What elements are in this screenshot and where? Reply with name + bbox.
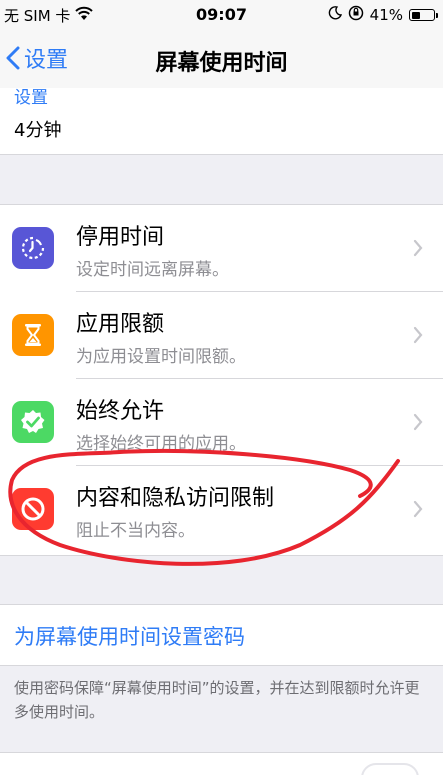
navigation-bar: 设置 屏幕使用时间 [0,30,443,89]
chevron-right-icon [413,326,423,344]
partial-settings-row [0,752,443,775]
menu-item-app-limits[interactable]: 应用限额 为应用设置时间限额。 [0,292,443,379]
menu-item-title: 应用限额 [76,312,165,337]
status-right: 41% [328,5,438,25]
menu-item-title: 停用时间 [76,225,165,250]
menu-item-subtitle: 设定时间远离屏幕。 [76,260,229,280]
checkmark-badge-icon [12,401,54,443]
battery-percent: 41% [369,6,403,24]
menu-item-subtitle: 阻止不当内容。 [76,521,195,541]
no-entry-icon [12,488,54,530]
chevron-right-icon [413,413,423,431]
menu-item-subtitle: 为应用设置时间限额。 [76,347,246,367]
page-title: 屏幕使用时间 [155,51,288,76]
usage-summary-card: 设置 4分钟 [0,88,443,155]
menu-item-title: 始终允许 [76,399,165,424]
chevron-right-icon [413,500,423,518]
passcode-card: 为屏幕使用时间设置密码 [0,604,443,666]
toggle-switch[interactable] [361,763,419,775]
menu-item-content-privacy[interactable]: 内容和隐私访问限制 阻止不当内容。 [0,466,443,553]
hourglass-icon [12,314,54,356]
passcode-footnote: 使用密码保障“屏幕使用时间”的设置，并在达到限额时允许更多使用时间。 [14,679,420,721]
moon-icon [328,6,342,24]
battery-icon [409,9,438,21]
settings-link[interactable]: 设置 [14,88,48,108]
menu-item-downtime[interactable]: 停用时间 设定时间远离屏幕。 [0,205,443,292]
chevron-right-icon [413,239,423,257]
menu-item-subtitle: 选择始终可用的应用。 [76,434,246,454]
menu-item-title: 内容和隐私访问限制 [76,486,275,511]
status-bar: 无 SIM 卡 09:07 41% [0,0,443,30]
set-passcode-link[interactable]: 为屏幕使用时间设置密码 [14,621,245,651]
usage-value: 4分钟 [14,120,62,141]
screen-time-menu: 停用时间 设定时间远离屏幕。 应用限额 为应用设置时间限额。 始终允许 选择始终… [0,204,443,556]
orientation-lock-icon [348,5,364,25]
menu-item-always-allowed[interactable]: 始终允许 选择始终可用的应用。 [0,379,443,466]
downtime-icon [12,227,54,269]
